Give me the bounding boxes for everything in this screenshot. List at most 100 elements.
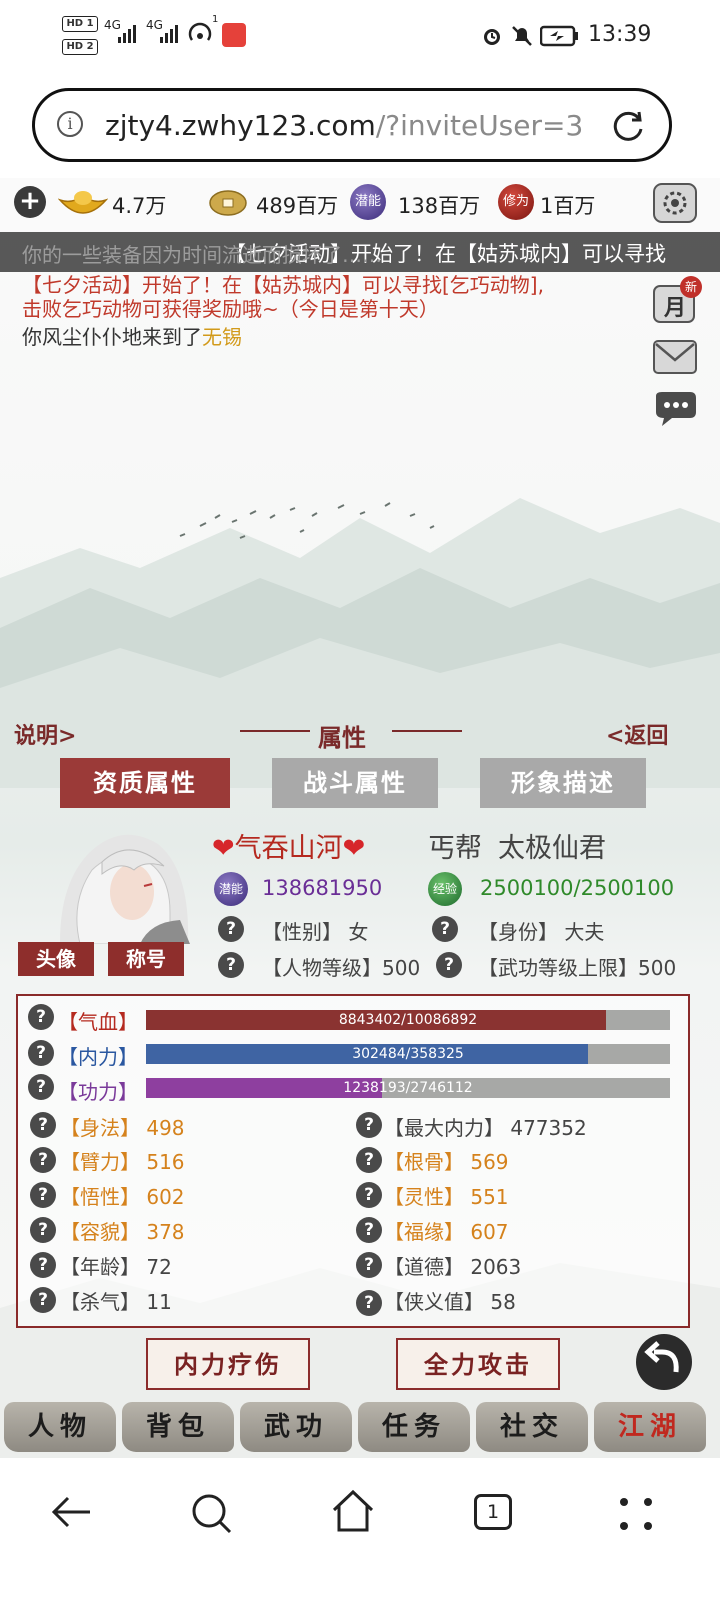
help-question-icon[interactable]: ? (218, 952, 244, 978)
mail-icon[interactable] (652, 338, 698, 376)
reload-icon[interactable] (609, 107, 647, 149)
info-icon[interactable]: i (57, 111, 83, 137)
help-link[interactable]: 说明> (14, 718, 76, 750)
arrival-message: 你风尘仆仆地来到了无锡 (22, 324, 242, 350)
mp-bar-text: 302484/358325 (352, 1046, 464, 1062)
stat-age: 【年龄】 72 (60, 1251, 172, 1280)
help-question-icon[interactable]: ? (30, 1252, 56, 1278)
help-question-icon[interactable]: ? (356, 1290, 382, 1316)
stat-max-mp: 【最大内力】 477352 (384, 1112, 587, 1141)
stat-label: 【身法】 (60, 1116, 140, 1140)
nav-social[interactable]: 社交 (476, 1402, 588, 1452)
help-question-icon[interactable]: ? (28, 1040, 54, 1066)
stat-chivalry: 【侠义值】 58 (384, 1286, 516, 1315)
nav-jianghu[interactable]: 江湖 (594, 1402, 706, 1452)
stat-value: 569 (470, 1150, 509, 1174)
stat-value: 602 (146, 1185, 185, 1209)
gender-value: 女 (348, 920, 369, 944)
stat-label: 【臂力】 (60, 1150, 140, 1174)
hp-bar-text: 8843402/10086892 (338, 1012, 478, 1028)
event-message-line1: 【七夕活动】开始了！在【姑苏城内】可以寻找[乞巧动物], (22, 273, 544, 297)
home-icon[interactable] (330, 1488, 376, 1538)
stat-value: 58 (490, 1290, 516, 1314)
settings-gear-icon[interactable] (652, 182, 698, 228)
gold-ingot-icon (57, 186, 109, 224)
panel-title: 属性 (318, 723, 366, 752)
help-question-icon[interactable]: ? (30, 1112, 56, 1138)
mute-icon (510, 24, 534, 52)
cultivation-icon: 修为 (498, 184, 534, 220)
level-row: 【人物等级】500 (262, 952, 420, 981)
exp-icon: 经验 (428, 872, 462, 906)
nav-character[interactable]: 人物 (4, 1402, 116, 1452)
help-question-icon[interactable]: ? (30, 1147, 56, 1173)
copper-coin-icon (208, 188, 248, 222)
stat-spirit: 【灵性】 551 (384, 1181, 509, 1210)
arrival-place-link[interactable]: 无锡 (202, 325, 242, 349)
hd2-indicator: HD 2 (62, 39, 98, 55)
stat-wisdom: 【悟性】 602 (60, 1181, 185, 1210)
hotspot-icon (188, 22, 214, 50)
help-question-icon[interactable]: ? (218, 916, 244, 942)
avatar[interactable] (40, 822, 202, 945)
nav-martial-arts[interactable]: 武功 (240, 1402, 352, 1452)
url-bar[interactable]: i zjty4.zwhy123.com/?inviteUser=3 (32, 88, 672, 162)
help-question-icon[interactable]: ? (28, 1074, 54, 1100)
monthly-sign-in-icon[interactable]: 月 新 (652, 276, 702, 323)
player-name-row: ❤气吞山河❤ (212, 826, 365, 865)
help-question-icon[interactable]: ? (30, 1182, 56, 1208)
stat-label: 【杀气】 (60, 1290, 140, 1314)
stat-label: 【悟性】 (60, 1185, 140, 1209)
potential-icon: 潜能 (214, 872, 248, 906)
add-currency-button[interactable]: + (14, 186, 46, 218)
stat-agility: 【身法】 498 (60, 1112, 185, 1141)
help-question-icon[interactable]: ? (432, 916, 458, 942)
skill-cap-row: 【武功等级上限】500 (478, 952, 676, 981)
more-menu-icon[interactable] (618, 1496, 654, 1536)
identity-value: 大夫 (564, 920, 605, 944)
help-question-icon[interactable]: ? (356, 1182, 382, 1208)
nav-quests[interactable]: 任务 (358, 1402, 470, 1452)
nav-bag[interactable]: 背包 (122, 1402, 234, 1452)
coin-amount: 489百万 (256, 194, 339, 218)
help-question-icon[interactable]: ? (30, 1287, 56, 1313)
heal-button[interactable]: 内力疗伤 (146, 1338, 310, 1390)
back-link[interactable]: <返回 (606, 718, 668, 750)
chat-icon[interactable] (652, 390, 698, 428)
tabs-count-button[interactable]: 1 (474, 1494, 512, 1530)
alarm-icon (480, 24, 504, 52)
stat-value: 498 (146, 1116, 185, 1140)
stat-label: 【侠义值】 (384, 1290, 484, 1314)
gender-row: 【性别】 女 (262, 916, 368, 945)
help-question-icon[interactable]: ? (30, 1217, 56, 1243)
stat-value: 516 (146, 1150, 185, 1174)
cultivation-amount: 1百万 (540, 194, 596, 218)
new-badge: 新 (680, 276, 702, 298)
back-arrow-icon[interactable] (48, 1492, 94, 1536)
full-attack-button[interactable]: 全力攻击 (396, 1338, 560, 1390)
tab-appearance[interactable]: 形象描述 (480, 758, 646, 808)
stat-killing-intent: 【杀气】 11 (60, 1286, 172, 1315)
hp-bar: 8843402/10086892 (146, 1010, 670, 1030)
avatar-button[interactable]: 头像 (18, 942, 94, 976)
title-divider-right (392, 730, 462, 732)
tab-combat[interactable]: 战斗属性 (272, 758, 438, 808)
help-question-icon[interactable]: ? (436, 952, 462, 978)
title-button[interactable]: 称号 (108, 942, 184, 976)
url-text[interactable]: zjty4.zwhy123.com/?inviteUser=3 (105, 109, 583, 142)
help-question-icon[interactable]: ? (356, 1147, 382, 1173)
return-arrow-icon[interactable] (632, 1332, 696, 1396)
search-icon[interactable] (190, 1492, 234, 1538)
notification-count: 1 (212, 14, 219, 25)
help-question-icon[interactable]: ? (356, 1252, 382, 1278)
help-question-icon[interactable]: ? (28, 1004, 54, 1030)
tab-aptitude[interactable]: 资质属性 (60, 758, 230, 808)
help-question-icon[interactable]: ? (356, 1217, 382, 1243)
stat-label: 【最大内力】 (384, 1116, 504, 1140)
player-rank: 太极仙君 (498, 833, 606, 864)
gong-label: 【功力】 (58, 1080, 138, 1104)
hp-label: 【气血】 (58, 1010, 138, 1034)
stat-label: 【灵性】 (384, 1185, 464, 1209)
stat-value: 551 (470, 1185, 509, 1209)
help-question-icon[interactable]: ? (356, 1112, 382, 1138)
